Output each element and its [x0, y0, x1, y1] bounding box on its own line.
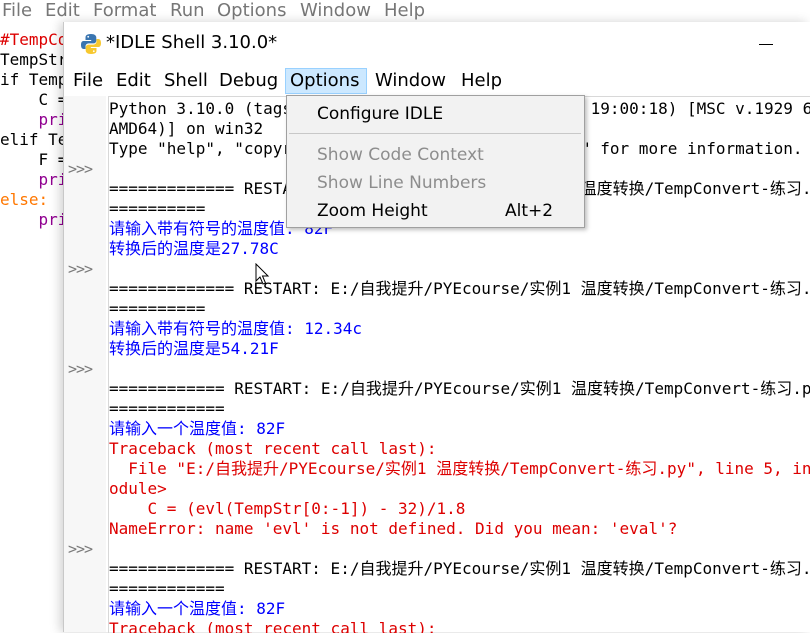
shell-output-line: ============ [109, 579, 225, 598]
bg-menu-help[interactable]: Help [384, 0, 425, 22]
shell-prompt: >>> [68, 540, 93, 558]
bg-menu-options[interactable]: Options [217, 0, 286, 22]
mouse-pointer-icon [255, 263, 270, 285]
bg-code-line: TempStr [0, 50, 68, 69]
bg-menu-run[interactable]: Run [170, 0, 205, 22]
menu-debug[interactable]: Debug [215, 68, 282, 94]
shell-output-line: ============= RESTART: E:/自我提升/PYEcourse… [109, 279, 810, 298]
shell-output-line: C = (evl(TempStr[0:-1]) - 32)/1.8 [109, 499, 466, 518]
bg-menu-window[interactable]: Window [300, 0, 371, 22]
bg-code-line: pri [0, 110, 68, 129]
background-menubar: File Edit Format Run Options Window Help [0, 0, 810, 22]
shell-output-line: Traceback (most recent call last): [109, 439, 437, 458]
shell-output-line: ========== [109, 299, 206, 318]
shell-output-line: NameError: name 'evl' is not defined. Di… [109, 519, 678, 538]
shell-output-line: ============= RESTART: E:/自我提升/PYEcourse… [109, 559, 810, 578]
shell-output-line: 请输入带有符号的温度值: 12.34c [109, 319, 363, 338]
shell-output-line: Traceback (most recent call last): [109, 619, 437, 633]
minimize-icon[interactable] [748, 32, 784, 58]
menu-edit[interactable]: Edit [112, 68, 155, 94]
zoom-height-shortcut: Alt+2 [505, 201, 554, 221]
shell-output-line: 请输入一个温度值: 82F [109, 599, 286, 618]
menu-item-show-line-numbers: Show Line Numbers [317, 173, 487, 193]
menu-item-show-code-context: Show Code Context [317, 145, 484, 165]
shell-output-line: File "E:/自我提升/PYEcourse/实例1 温度转换/TempCon… [109, 459, 810, 478]
python-icon [81, 34, 101, 54]
menu-item-configure-idle[interactable]: Configure IDLE [317, 102, 443, 126]
menu-separator [289, 133, 581, 134]
menu-options[interactable]: Options [285, 68, 367, 94]
shell-menubar: File Edit Shell Debug Options Window Hel… [64, 66, 810, 96]
shell-output-line: 转换后的温度是27.78C [109, 239, 279, 258]
bg-code-line: F = [0, 150, 68, 169]
bg-code-line: pri [0, 210, 68, 229]
shell-output-line: 转换后的温度是54.21F [109, 339, 279, 358]
shell-output-line: ========== [109, 199, 206, 218]
prompt-gutter: >>> >>> >>> >>> [64, 96, 106, 632]
title-bar[interactable]: *IDLE Shell 3.10.0* [64, 22, 810, 66]
menu-file[interactable]: File [69, 68, 107, 94]
bg-code-line: C = [0, 90, 68, 109]
window-title: *IDLE Shell 3.10.0* [106, 32, 278, 53]
menu-item-zoom-height[interactable]: Zoom Height [317, 199, 428, 223]
bg-code-line: if Temp [0, 70, 68, 89]
shell-prompt: >>> [68, 160, 93, 178]
shell-output-line: ============ [109, 399, 225, 418]
menu-window[interactable]: Window [371, 68, 450, 94]
shell-output-line: ============ RESTART: E:/自我提升/PYEcourse/… [109, 379, 810, 398]
bg-menu-edit[interactable]: Edit [45, 0, 80, 22]
shell-output-line: AMD64)] on win32 [109, 119, 264, 138]
bg-menu-format[interactable]: Format [93, 0, 156, 22]
shell-prompt: >>> [68, 360, 93, 378]
bg-code-line: else: [0, 190, 49, 209]
shell-output-line: odule> [109, 479, 167, 498]
bg-code-line: #TempCo [0, 30, 68, 49]
shell-prompt: >>> [68, 260, 93, 278]
bg-code-line: elif Te [0, 130, 68, 149]
menu-help[interactable]: Help [457, 68, 506, 94]
options-dropdown-menu: Configure IDLE Show Code Context Show Li… [286, 95, 585, 228]
bg-code-line: pri [0, 170, 68, 189]
bg-menu-file[interactable]: File [2, 0, 32, 22]
menu-shell[interactable]: Shell [160, 68, 212, 94]
shell-output-line: 请输入一个温度值: 82F [109, 419, 286, 438]
